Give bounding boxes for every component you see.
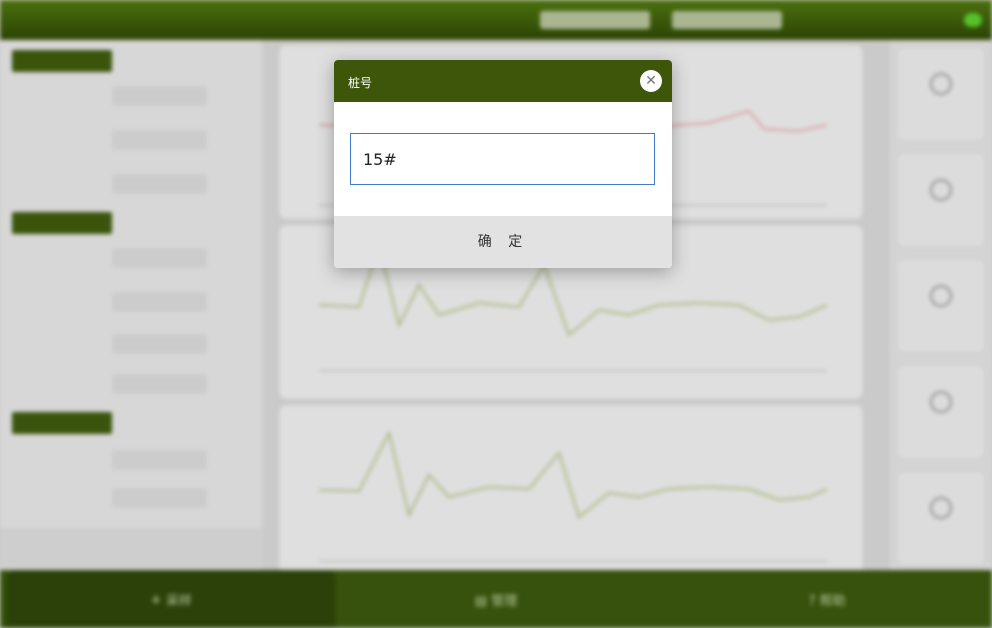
dialog-footer: 确 定 (334, 216, 672, 268)
confirm-button[interactable]: 确 定 (334, 216, 672, 268)
pile-number-dialog: 桩号 ✕ 确 定 (334, 60, 672, 268)
dialog-title: 桩号 (348, 76, 373, 90)
dialog-header: 桩号 ✕ (334, 60, 672, 102)
close-icon[interactable]: ✕ (640, 70, 662, 92)
pile-number-input[interactable] (350, 133, 655, 185)
